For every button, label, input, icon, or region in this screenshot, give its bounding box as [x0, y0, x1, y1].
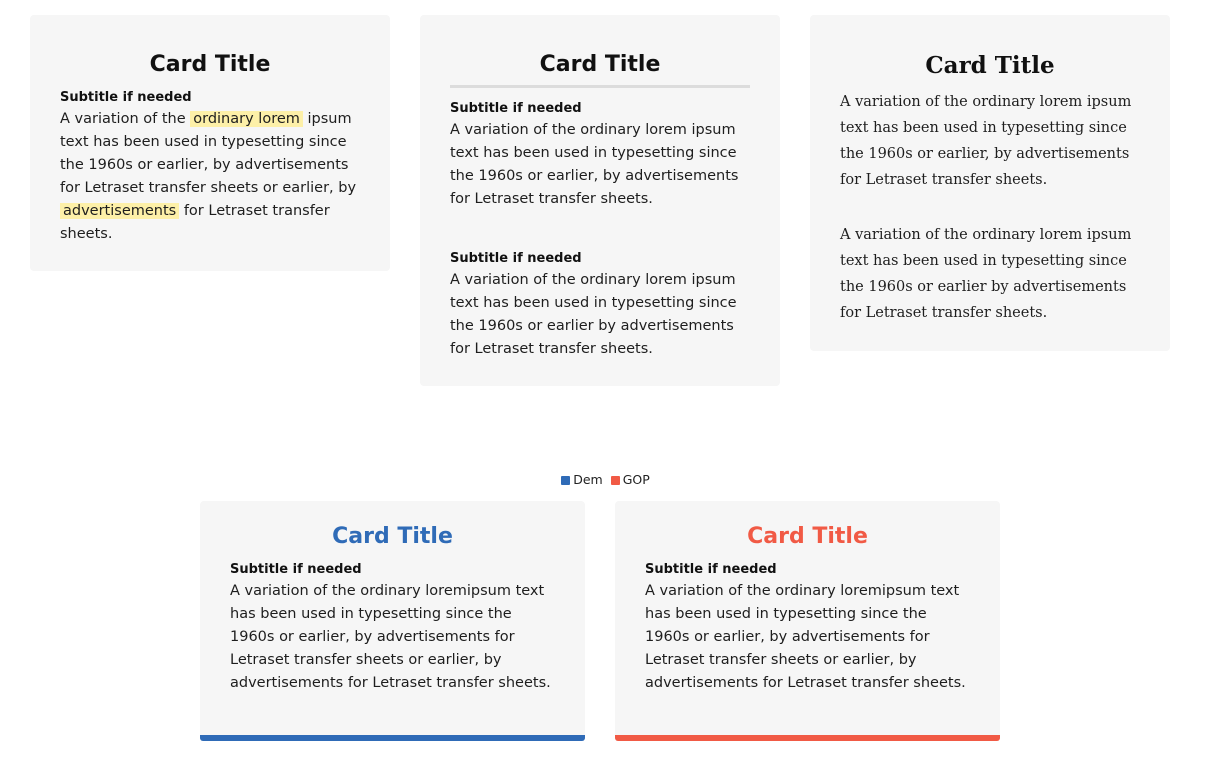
card-title: Card Title — [332, 524, 453, 549]
card-paragraph: A variation of the ordinary lorem ipsum … — [840, 227, 1132, 321]
legend-item-dem: Dem — [561, 472, 603, 487]
legend-label: GOP — [622, 472, 650, 487]
card-dem: Card Title Subtitle if needed A variatio… — [200, 501, 585, 741]
card-serif: Card Title A variation of the ordinary l… — [810, 15, 1170, 351]
title-divider — [450, 85, 750, 88]
dem-accent-bar — [200, 735, 585, 741]
highlighted-text: ordinary lorem — [190, 111, 303, 127]
card-subtitle: Subtitle if needed — [230, 562, 362, 577]
section-subtitle: Subtitle if needed — [450, 251, 582, 266]
highlighted-text: advertisements — [60, 203, 180, 219]
card-title: Card Title — [925, 52, 1055, 79]
body-text-segment: A variation of the — [60, 111, 191, 127]
section-body: A variation of the ordinary lorem ipsum … — [450, 272, 737, 357]
gop-accent-bar — [615, 735, 1000, 741]
card-subtitle: Subtitle if needed — [60, 90, 192, 105]
legend-label: Dem — [573, 472, 603, 487]
section-subtitle: Subtitle if needed — [450, 101, 582, 116]
card-body: A variation of the ordinary lorem ipsum … — [60, 108, 368, 246]
card-paragraph: A variation of the ordinary lorem ipsum … — [840, 94, 1132, 188]
card-body: A variation of the ordinary loremipsum t… — [645, 583, 966, 691]
legend-item-gop: GOP — [610, 472, 650, 487]
section-body: A variation of the ordinary lorem ipsum … — [450, 122, 739, 207]
party-legend: Dem GOP — [0, 472, 1211, 487]
card-gop: Card Title Subtitle if needed A variatio… — [615, 501, 1000, 741]
card-title: Card Title — [747, 524, 868, 549]
card-title: Card Title — [149, 52, 271, 77]
card-two-sections: Card Title Subtitle if needed A variatio… — [420, 15, 780, 386]
dem-swatch — [561, 476, 571, 485]
card-subtitle: Subtitle if needed — [645, 562, 777, 577]
card-body: A variation of the ordinary loremipsum t… — [230, 583, 551, 691]
card-highlighted: Card Title Subtitle if needed A variatio… — [30, 15, 390, 271]
card-title: Card Title — [539, 52, 661, 77]
gop-swatch — [610, 476, 620, 485]
